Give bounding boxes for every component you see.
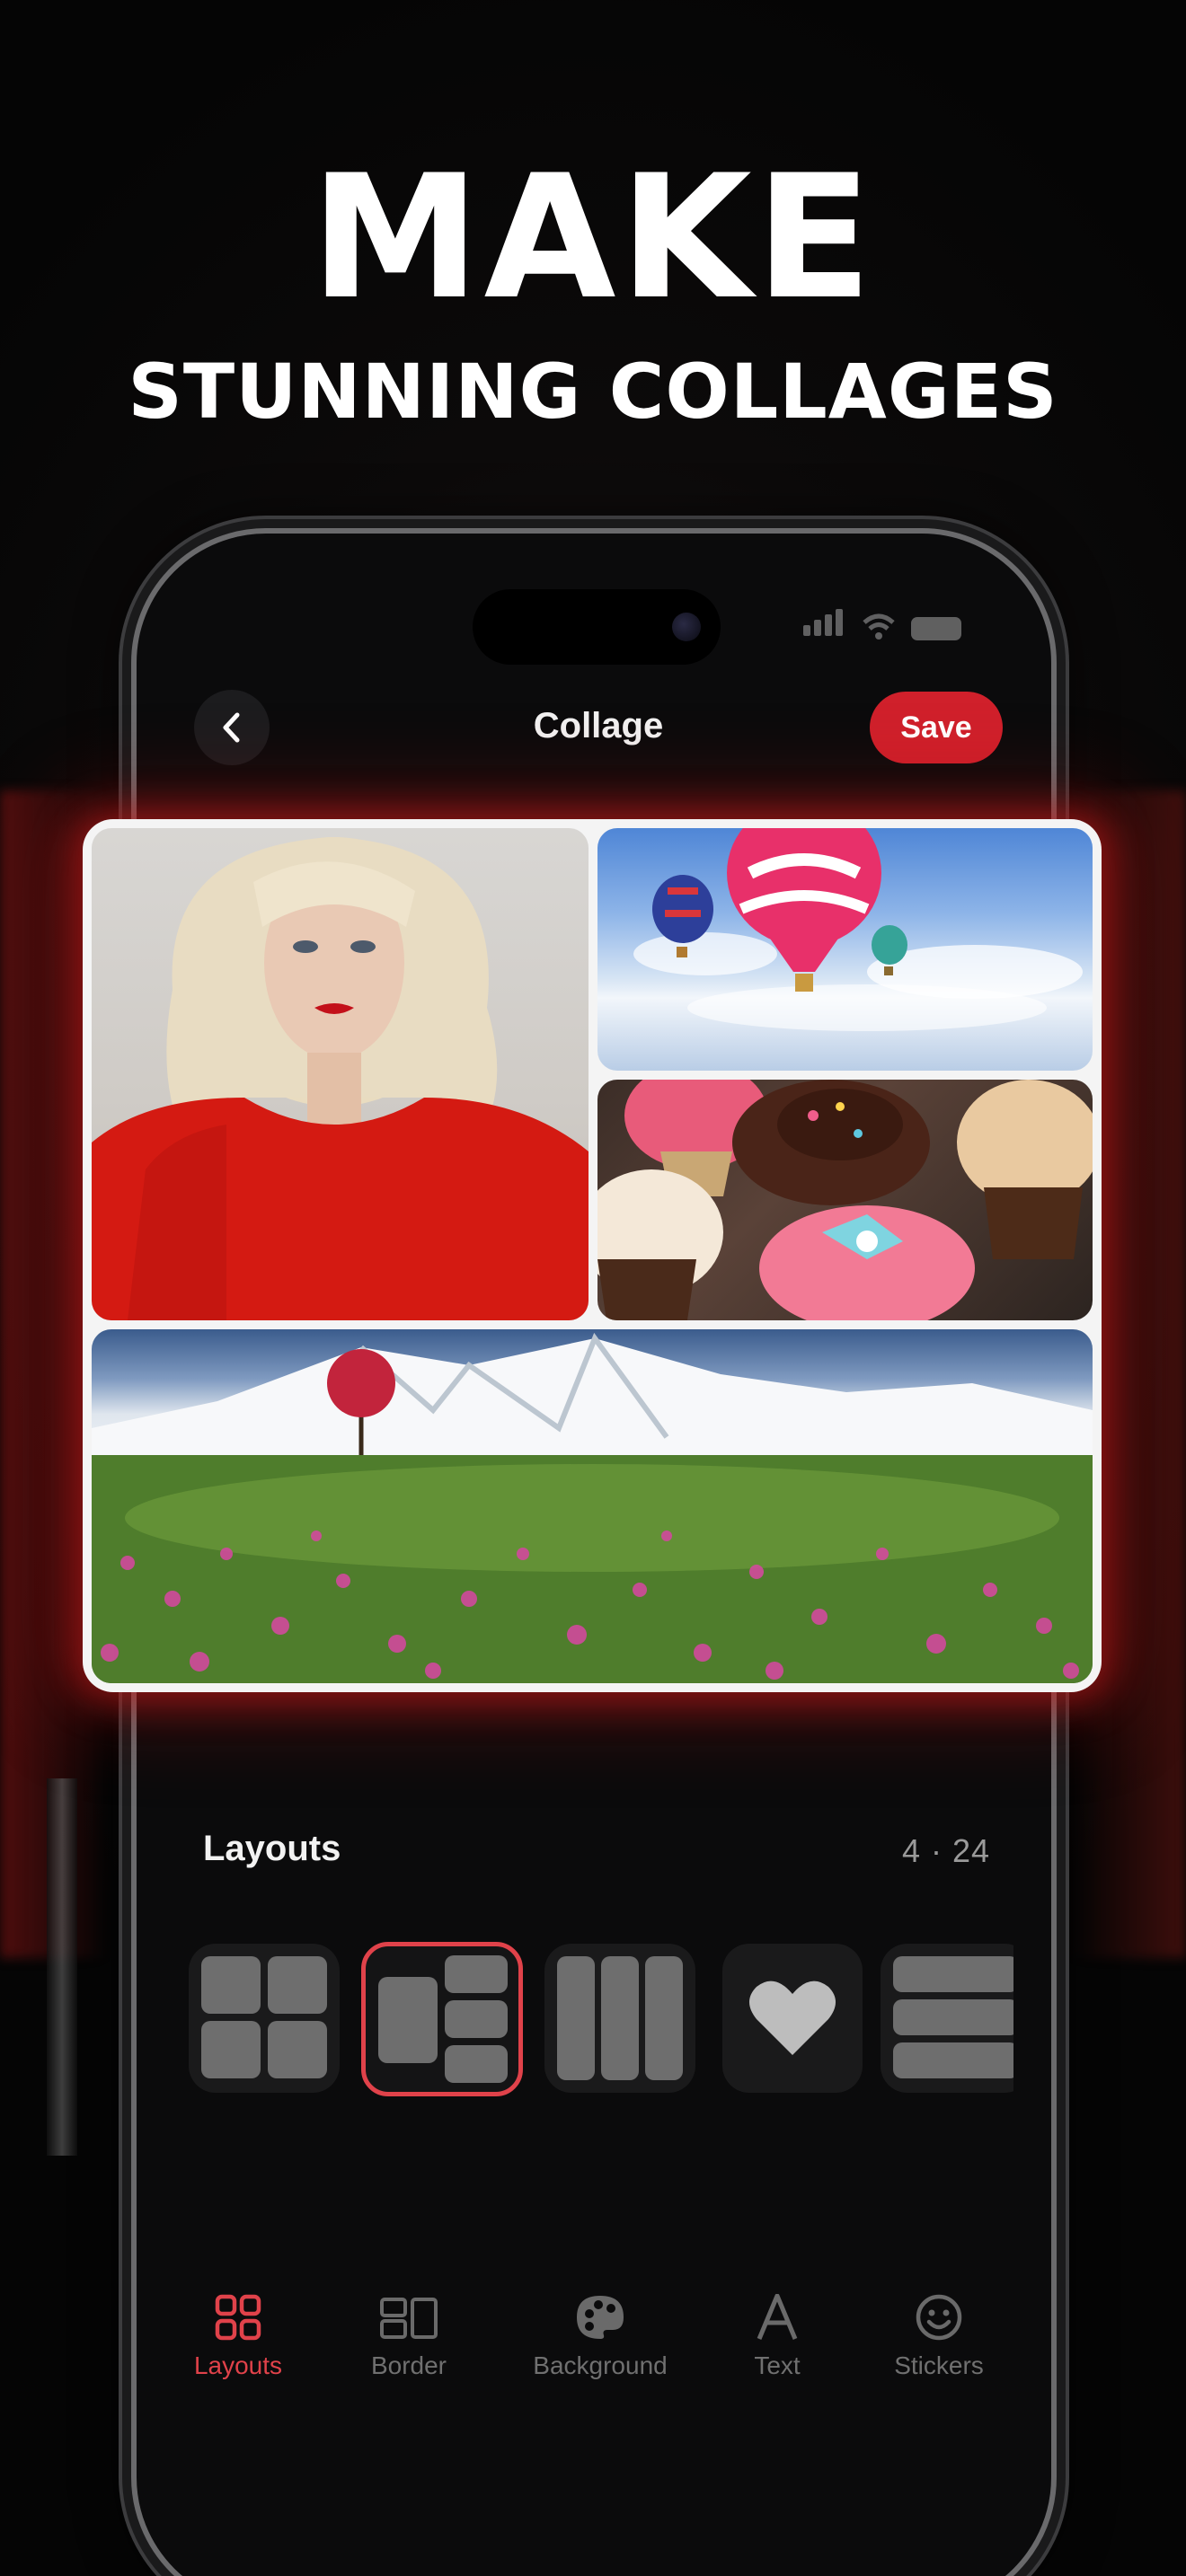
headline-line2: STUNNING COLLAGES (128, 348, 1058, 436)
layout-option-one-plus-three[interactable] (361, 1942, 523, 2096)
battery-icon (911, 617, 961, 640)
collage-cell-balloons[interactable] (597, 828, 1093, 1071)
collage-cell-cupcakes[interactable] (597, 1080, 1093, 1320)
meadow-image (92, 1332, 1093, 1683)
tab-layouts[interactable]: Layouts (162, 2290, 314, 2380)
grid-icon (215, 2294, 261, 2341)
status-bar (803, 609, 961, 640)
heart-icon (749, 1981, 836, 2055)
layout-option-heart[interactable] (722, 1944, 863, 2093)
nav-bar: Collage Save (194, 686, 1003, 767)
headline: MAKE STUNNING COLLAGES (0, 138, 1186, 436)
bottom-toolbar: Layouts Border Background Text Stickers (189, 2290, 1015, 2398)
text-icon (757, 2294, 798, 2340)
signal-icon (803, 609, 846, 640)
tab-text-label: Text (754, 2351, 801, 2379)
tab-background[interactable]: Background (510, 2290, 690, 2380)
tab-border-label: Border (370, 2351, 447, 2379)
border-icon (380, 2298, 438, 2339)
collage-cell-portrait[interactable] (92, 828, 589, 1320)
collage-cell-meadow[interactable] (92, 1329, 1093, 1683)
tab-stickers[interactable]: Stickers (863, 2290, 1015, 2380)
layout-option-three-rows[interactable] (881, 1944, 1013, 2093)
tab-background-label: Background (533, 2351, 668, 2379)
camera-icon (672, 613, 701, 641)
cupcakes-image (597, 1080, 1093, 1320)
tab-layouts-label: Layouts (193, 2351, 283, 2379)
smiley-icon (916, 2294, 962, 2341)
portrait-image (92, 837, 589, 1320)
background-post (47, 1778, 77, 2156)
save-button[interactable]: Save (870, 692, 1003, 763)
layouts-title: Layouts (203, 1829, 341, 1868)
dynamic-island (473, 589, 721, 665)
tab-border[interactable]: Border (332, 2290, 485, 2380)
layout-picker (189, 1940, 1013, 2098)
balloons-image (633, 828, 1083, 1031)
layout-option-three-columns[interactable] (544, 1944, 695, 2093)
layouts-count: 4 · 24 (901, 1832, 990, 1869)
tab-stickers-label: Stickers (894, 2351, 984, 2379)
layout-option-grid-2x2[interactable] (189, 1944, 340, 2093)
tab-text[interactable]: Text (701, 2290, 854, 2380)
collage-canvas (83, 819, 1102, 1692)
wifi-icon (863, 613, 895, 640)
headline-line1: MAKE (310, 138, 876, 337)
palette-icon (577, 2296, 624, 2339)
